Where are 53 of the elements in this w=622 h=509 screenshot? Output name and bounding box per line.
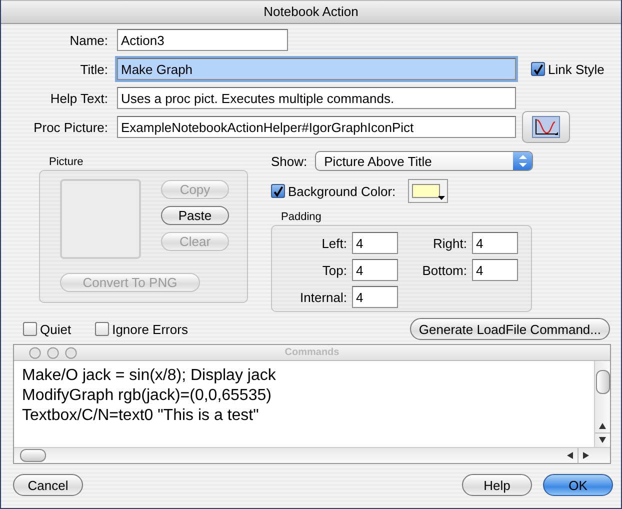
text-field[interactable]: 4	[472, 232, 518, 254]
text-field[interactable]: 4	[352, 232, 398, 254]
window-title: Commands	[284, 347, 340, 358]
button[interactable]: Help	[462, 474, 532, 496]
color-picker[interactable]	[408, 179, 448, 203]
group-title: Padding	[280, 211, 322, 225]
text-field[interactable]: Action3	[117, 29, 288, 51]
text-field[interactable]: Uses a proc pict. Executes multiple commands.	[117, 87, 516, 109]
checkbox[interactable]	[531, 62, 545, 76]
window-control-icon	[65, 346, 77, 358]
button[interactable]: Cancel	[13, 474, 83, 496]
popup-menu[interactable]: Picture Above Title	[315, 151, 533, 171]
text-field[interactable]: 4	[472, 259, 518, 281]
text-field[interactable]: ExampleNotebookActionHelper#IgorGraphIconPict	[117, 116, 516, 138]
scrollbar[interactable]	[14, 447, 610, 463]
text-field[interactable]: 4	[352, 286, 398, 308]
field-label: Show:	[271, 154, 308, 168]
scroll-thumb[interactable]	[20, 449, 46, 462]
checkbox-label: Link Style	[548, 62, 604, 76]
scrollbar[interactable]	[594, 361, 610, 447]
checkbox[interactable]	[23, 322, 37, 336]
text-field[interactable]: Make Graph	[117, 58, 516, 80]
checkbox-label: Background Color:	[288, 184, 396, 198]
dropdown-arrow-icon	[438, 196, 445, 200]
field-label: Title:	[79, 62, 108, 76]
field-label: Left:	[322, 236, 347, 250]
button[interactable]: Generate LoadFile Command...	[410, 318, 610, 340]
graph-icon	[532, 116, 560, 138]
field-label: Right:	[433, 236, 467, 250]
field-label: Top:	[322, 262, 347, 278]
button[interactable]: Paste	[161, 206, 229, 225]
field-label: Name:	[68, 32, 108, 48]
field-label: Help Text:	[49, 90, 108, 106]
window-control-icon	[47, 346, 59, 358]
window-title: Notebook Action	[1, 0, 621, 24]
button[interactable]: OK	[543, 474, 613, 496]
code-line: Textbox/C/N=text0 "This is a test"	[22, 406, 260, 426]
field-label: Proc Picture:	[32, 120, 108, 134]
window-control-icon	[29, 346, 41, 358]
command-text[interactable]: Make/O jack = sin(x/8); Display jack ModifyGraph rgb(jack)=(0,0,65535) Textbox/C/N=text0 "This is a test"	[14, 361, 594, 447]
checkbox[interactable]	[95, 322, 110, 336]
field-label: Bottom:	[422, 262, 467, 278]
checkbox[interactable]	[271, 184, 285, 198]
code-line: Make/O jack = sin(x/8); Display jack	[22, 366, 277, 386]
scroll-thumb[interactable]	[596, 370, 610, 394]
stepper-arrows-icon	[518, 154, 528, 168]
code-line: ModifyGraph rgb(jack)=(0,0,65535)	[22, 386, 272, 406]
checkbox-label: Ignore Errors	[112, 322, 188, 336]
checkbox-label: Quiet	[40, 322, 72, 336]
text-field[interactable]: 4	[352, 259, 398, 281]
graph-button[interactable]	[522, 111, 570, 143]
field-label: Internal:	[300, 290, 347, 304]
group-title: Picture	[48, 156, 84, 170]
